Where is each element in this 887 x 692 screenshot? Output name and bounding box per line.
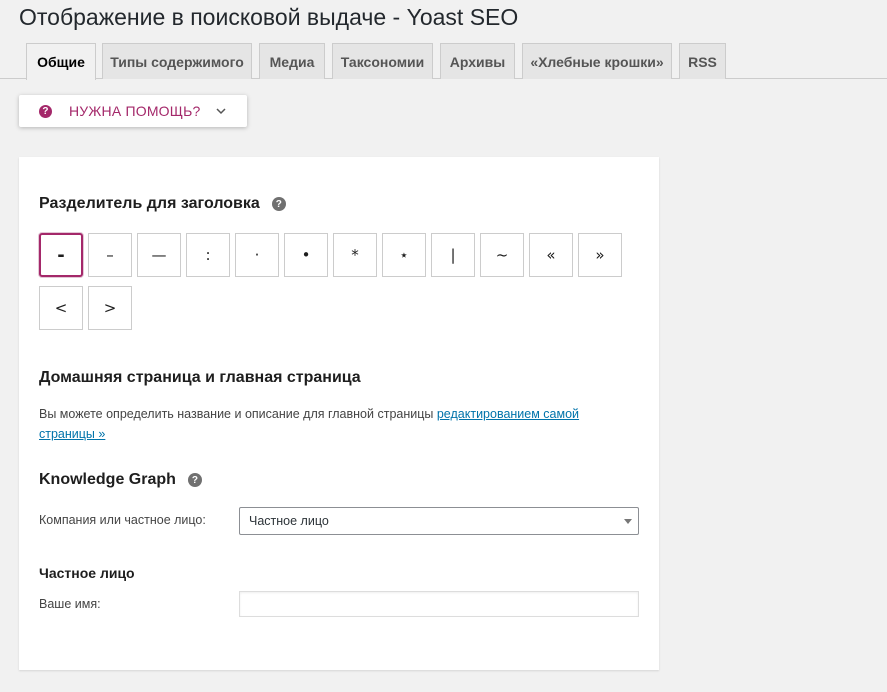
separator-option-dash[interactable]: - [39,233,83,277]
separator-option-en-dash[interactable]: – [88,233,132,277]
separator-option-gt[interactable]: > [88,286,132,330]
your-name-input[interactable] [239,591,639,617]
tab-rss[interactable]: RSS [679,43,726,79]
separator-option-star[interactable]: ⋆ [382,233,426,277]
separator-section-title: Разделитель для заголовка ? [39,195,286,213]
need-help-label: НУЖНА ПОМОЩЬ? [69,103,201,119]
page-title: Отображение в поисковой выдаче - Yoast S… [19,4,519,30]
person-subsection-title: Частное лицо [39,565,135,581]
knowledge-graph-section-title: Knowledge Graph ? [39,471,202,489]
help-icon[interactable]: ? [187,473,202,487]
homepage-description-text: Вы можете определить название и описание… [39,407,437,421]
homepage-section-title: Домашняя страница и главная страница [39,369,361,387]
dropdown-arrow-icon [624,519,632,524]
separator-title-text: Разделитель для заголовка [39,195,260,212]
company-or-person-label: Компания или частное лицо: [39,513,206,527]
knowledge-graph-title-text: Knowledge Graph [39,471,176,488]
need-help-button[interactable]: ? НУЖНА ПОМОЩЬ? [19,95,247,127]
chevron-down-icon [216,108,227,115]
separator-option-raquo[interactable]: » [578,233,622,277]
question-circle-icon: ? [39,104,52,118]
tab-taxonomies[interactable]: Таксономии [332,43,433,79]
separator-option-tilde[interactable]: ~ [480,233,524,277]
separator-option-colon[interactable]: : [186,233,230,277]
tab-archives[interactable]: Архивы [440,43,515,79]
separator-option-asterisk[interactable]: * [333,233,377,277]
separator-option-pipe[interactable]: | [431,233,475,277]
company-or-person-value: Частное лицо [249,514,329,528]
company-or-person-select[interactable]: Частное лицо [239,507,639,535]
separator-option-bullet[interactable]: • [284,233,328,277]
homepage-description: Вы можете определить название и описание… [39,404,619,444]
tab-general[interactable]: Общие [26,43,96,80]
separator-option-middot[interactable]: · [235,233,279,277]
help-icon[interactable]: ? [271,197,286,211]
homepage-title-text: Домашняя страница и главная страница [39,369,361,386]
separator-option-lt[interactable]: < [39,286,83,330]
your-name-label: Ваше имя: [39,597,101,611]
settings-card: Разделитель для заголовка ? - – — : · • … [19,157,659,670]
settings-tabs: Общие Типы содержимого Медиа Таксономии … [0,43,887,80]
separator-option-laquo[interactable]: « [529,233,573,277]
tab-breadcrumbs[interactable]: «Хлебные крошки» [522,43,672,79]
separator-option-em-dash[interactable]: — [137,233,181,277]
tab-content-types[interactable]: Типы содержимого [102,43,252,79]
tab-media[interactable]: Медиа [259,43,325,79]
